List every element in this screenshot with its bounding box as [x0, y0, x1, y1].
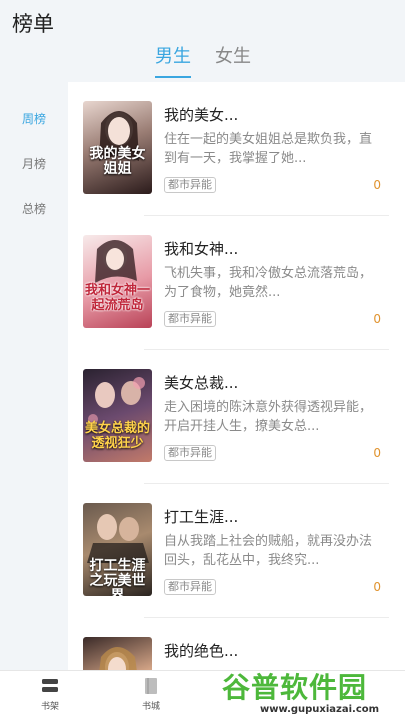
tab-male[interactable]: 男生 — [155, 44, 191, 78]
book-list: 我的美女姐姐 我的美女... 住在一起的美女姐姐总是欺负我，直到有一天，我掌握了… — [68, 82, 405, 670]
book-cover — [83, 637, 152, 670]
cover-title: 我和女神一起流荒岛 — [85, 283, 151, 313]
book-cover: 美女总裁的透视狂少 — [83, 369, 152, 462]
nav-bookstore[interactable]: 书城 — [121, 677, 181, 712]
list-item[interactable]: 我的绝色... — [68, 618, 405, 670]
nav-bookshelf[interactable]: 书架 — [20, 677, 80, 712]
book-title: 我的绝色... — [164, 642, 239, 660]
nav-label-bookstore: 书城 — [141, 702, 160, 712]
gender-tabs: 男生 女生 — [0, 44, 405, 82]
ranking-sidebar: 周榜 月榜 总榜 — [0, 82, 68, 670]
cover-title: 我的美女姐姐 — [89, 146, 146, 177]
tab-female[interactable]: 女生 — [215, 44, 251, 76]
bookshelf-icon — [42, 679, 58, 692]
sidebar-item-monthly[interactable]: 月榜 — [0, 155, 68, 172]
book-category-tag: 都市异能 — [164, 311, 216, 327]
list-item[interactable]: 打工生涯之玩美世界 打工生涯... 自从我踏上社会的贼船，就再没办法回头，乱花丛… — [68, 484, 405, 618]
list-item[interactable]: 美女总裁的透视狂少 美女总裁... 走入困境的陈沐意外获得透视异能，开启开挂人生… — [68, 350, 405, 484]
book-title: 打工生涯... — [164, 508, 239, 526]
watermark-logo: 谷普软件园 — [222, 671, 368, 704]
book-cover: 我和女神一起流荒岛 — [83, 235, 152, 328]
book-description: 自从我踏上社会的贼船，就再没办法回头，乱花丛中，我终究... — [164, 534, 373, 568]
book-description: 住在一起的美女姐姐总是欺负我，直到有一天，我掌握了她... — [164, 132, 373, 166]
book-category-tag: 都市异能 — [164, 177, 216, 193]
list-item[interactable]: 我和女神一起流荒岛 我和女神... 飞机失事，我和冷傲女总流落荒岛，为了食物，她… — [68, 216, 405, 350]
book-description: 走入困境的陈沐意外获得透视异能，开启开挂人生，撩美女总... — [164, 400, 373, 434]
list-item[interactable]: 我的美女姐姐 我的美女... 住在一起的美女姐姐总是欺负我，直到有一天，我掌握了… — [68, 82, 405, 216]
book-description: 飞机失事，我和冷傲女总流落荒岛，为了食物，她竟然... — [164, 266, 373, 300]
sidebar-item-weekly[interactable]: 周榜 — [0, 110, 68, 127]
nav-label-bookshelf: 书架 — [40, 702, 59, 712]
book-title: 我的美女... — [164, 106, 239, 124]
bookstore-icon — [145, 678, 157, 694]
book-count: 0 — [373, 312, 381, 326]
book-cover: 打工生涯之玩美世界 — [83, 503, 152, 596]
sidebar-item-total[interactable]: 总榜 — [0, 200, 68, 217]
cover-title: 美女总裁的透视狂少 — [85, 421, 151, 451]
cover-portrait — [95, 240, 137, 283]
book-count: 0 — [373, 580, 381, 594]
book-count: 0 — [373, 178, 381, 192]
book-title: 我和女神... — [164, 240, 239, 258]
app-header: 榜单 — [0, 0, 405, 44]
book-category-tag: 都市异能 — [164, 579, 216, 595]
watermark-url: www.gupuxiazai.com — [260, 704, 380, 715]
page-title: 榜单 — [12, 12, 54, 36]
cover-title: 打工生涯之玩美世界 — [89, 558, 146, 597]
book-count: 0 — [373, 446, 381, 460]
cover-portrait — [99, 647, 137, 670]
book-title: 美女总裁... — [164, 374, 239, 392]
watermark: 谷普软件园 www.gupuxiazai.com — [222, 666, 402, 720]
book-category-tag: 都市异能 — [164, 445, 216, 461]
book-cover: 我的美女姐姐 — [83, 101, 152, 194]
